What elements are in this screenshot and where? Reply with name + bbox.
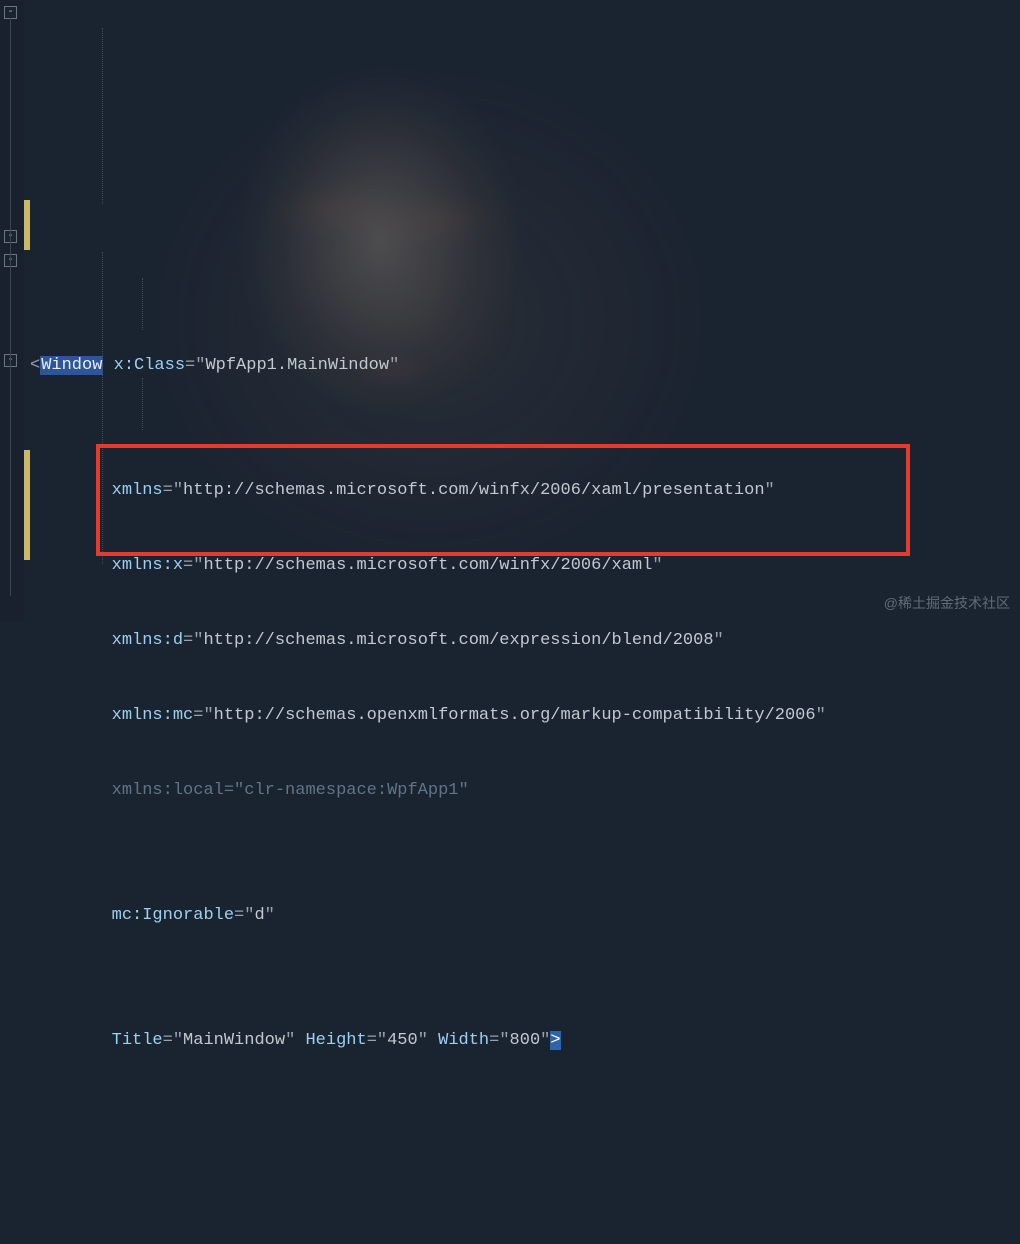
code-line[interactable]: <Window x:Class="WpfApp1.MainWindow" xyxy=(30,353,1020,378)
indent-guide xyxy=(142,378,143,430)
editor-gutter: - - - - xyxy=(0,0,24,622)
indent-guide xyxy=(102,28,103,204)
indent-guide xyxy=(102,252,103,564)
code-line[interactable]: xmlns:d="http://schemas.microsoft.com/ex… xyxy=(30,628,1020,653)
code-line[interactable]: Title="MainWindow" Height="450" Width="8… xyxy=(30,1028,1020,1053)
code-line[interactable]: xmlns:mc="http://schemas.openxmlformats.… xyxy=(30,703,1020,728)
code-line[interactable]: xmlns:local="clr-namespace:WpfApp1" xyxy=(30,778,1020,803)
indent-guide xyxy=(142,278,143,330)
change-marker xyxy=(24,450,30,560)
code-line[interactable]: xmlns="http://schemas.microsoft.com/winf… xyxy=(30,478,1020,503)
change-marker xyxy=(24,200,30,250)
code-area[interactable]: <Window x:Class="WpfApp1.MainWindow" xml… xyxy=(24,0,1020,622)
code-line[interactable]: mc:Ignorable="d" xyxy=(30,903,1020,928)
code-line[interactable] xyxy=(30,1153,1020,1178)
outline-bar xyxy=(10,18,11,596)
code-line[interactable]: xmlns:x="http://schemas.microsoft.com/wi… xyxy=(30,553,1020,578)
xaml-editor[interactable]: - - - - <Window x:Class="WpfApp1.MainWin… xyxy=(0,0,1020,622)
